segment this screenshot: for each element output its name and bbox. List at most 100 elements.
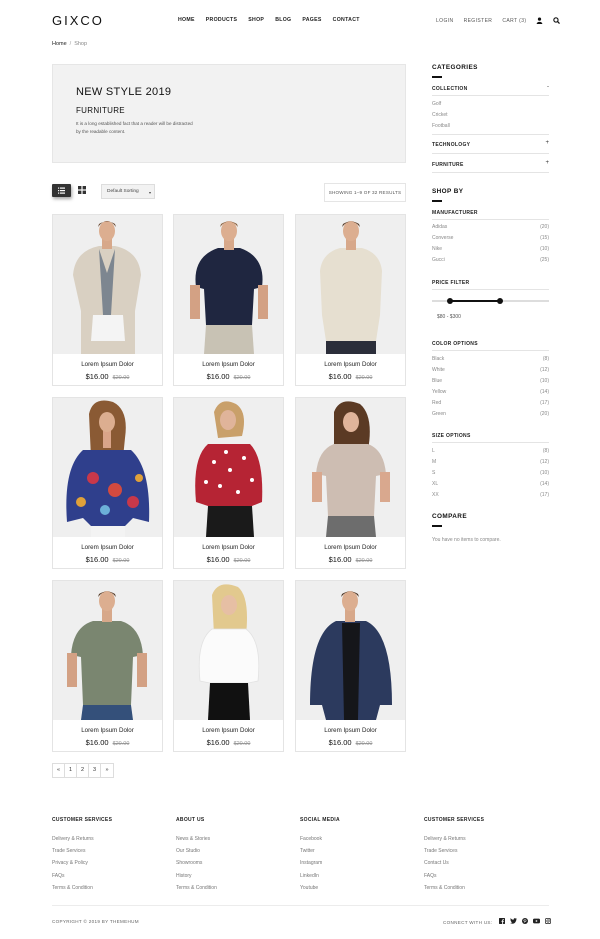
footer-link[interactable]: Terms & Condition bbox=[176, 885, 286, 897]
category-technology[interactable]: TECHNOLOGY bbox=[432, 142, 470, 148]
manufacturer-nike[interactable]: Nike bbox=[432, 246, 442, 252]
product-card[interactable]: Lorem Ipsum Dolor $16.00 $20.00 bbox=[173, 580, 284, 752]
product-name[interactable]: Lorem Ipsum Dolor bbox=[53, 361, 162, 368]
product-image[interactable] bbox=[174, 581, 283, 720]
footer-link[interactable]: Delivery & Returns bbox=[424, 836, 534, 848]
product-image[interactable] bbox=[174, 398, 283, 537]
size-l[interactable]: L bbox=[432, 448, 435, 454]
instagram-icon[interactable] bbox=[545, 918, 552, 926]
footer-link[interactable]: Terms & Condition bbox=[52, 885, 162, 897]
search-icon[interactable] bbox=[553, 17, 561, 24]
footer-link[interactable]: News & Stories bbox=[176, 836, 286, 848]
pagination-page-1[interactable]: 1 bbox=[65, 764, 77, 777]
footer-link[interactable]: Contact Us bbox=[424, 860, 534, 872]
product-name[interactable]: Lorem Ipsum Dolor bbox=[174, 727, 283, 734]
expand-toggle[interactable]: + bbox=[545, 160, 549, 166]
color-black[interactable]: Black bbox=[432, 356, 444, 362]
footer-link[interactable]: Twitter bbox=[300, 848, 410, 860]
footer-link[interactable]: Privacy & Policy bbox=[52, 860, 162, 872]
footer-link[interactable]: Showrooms bbox=[176, 860, 286, 872]
price-slider-min-handle[interactable] bbox=[446, 298, 453, 304]
manufacturer-converse[interactable]: Converse bbox=[432, 235, 453, 241]
category-item-football[interactable]: Football bbox=[432, 123, 450, 129]
color-red[interactable]: Red bbox=[432, 400, 441, 406]
manufacturer-adidas[interactable]: Adidas bbox=[432, 224, 447, 230]
product-name[interactable]: Lorem Ipsum Dolor bbox=[53, 544, 162, 551]
size-s[interactable]: S bbox=[432, 470, 435, 476]
product-card[interactable]: Lorem Ipsum Dolor $16.00 $20.00 bbox=[295, 214, 406, 386]
register-link[interactable]: REGISTER bbox=[464, 18, 493, 24]
product-name[interactable]: Lorem Ipsum Dolor bbox=[174, 361, 283, 368]
product-name[interactable]: Lorem Ipsum Dolor bbox=[174, 544, 283, 551]
footer-link[interactable]: Instagram bbox=[300, 860, 410, 872]
breadcrumb-home[interactable]: Home bbox=[52, 41, 67, 47]
twitter-icon[interactable] bbox=[510, 918, 518, 926]
nav-home[interactable]: HOME bbox=[178, 17, 195, 23]
footer-link[interactable]: Our Studio bbox=[176, 848, 286, 860]
product-image[interactable] bbox=[174, 215, 283, 354]
footer-link[interactable]: FAQs bbox=[424, 873, 534, 885]
grid-view-button[interactable] bbox=[78, 186, 86, 194]
category-collection[interactable]: COLLECTION bbox=[432, 86, 468, 92]
product-card[interactable]: Lorem Ipsum Dolor $16.00 $20.00 bbox=[173, 214, 284, 386]
facebook-icon[interactable] bbox=[499, 918, 506, 926]
pinterest-icon[interactable] bbox=[522, 918, 529, 926]
footer-link[interactable]: Trade Services bbox=[424, 848, 534, 860]
product-name[interactable]: Lorem Ipsum Dolor bbox=[296, 544, 405, 551]
size-xx[interactable]: XX bbox=[432, 492, 439, 498]
footer-link[interactable]: Delivery & Returns bbox=[52, 836, 162, 848]
product-image[interactable] bbox=[296, 398, 405, 537]
nav-products[interactable]: PRODUCTS bbox=[206, 17, 238, 23]
product-card[interactable]: Lorem Ipsum Dolor $16.00 $20.00 bbox=[52, 214, 163, 386]
category-item-golf[interactable]: Golf bbox=[432, 101, 441, 107]
footer-link[interactable]: Trade Services bbox=[52, 848, 162, 860]
product-card[interactable]: Lorem Ipsum Dolor $16.00 $20.00 bbox=[52, 397, 163, 569]
user-icon[interactable] bbox=[536, 17, 543, 24]
login-link[interactable]: LOGIN bbox=[436, 18, 454, 24]
product-name[interactable]: Lorem Ipsum Dolor bbox=[53, 727, 162, 734]
product-card[interactable]: Lorem Ipsum Dolor $16.00 $20.00 bbox=[295, 397, 406, 569]
pagination-next[interactable]: » bbox=[101, 764, 113, 777]
product-card[interactable]: Lorem Ipsum Dolor $16.00 $20.00 bbox=[295, 580, 406, 752]
product-card[interactable]: Lorem Ipsum Dolor $16.00 $20.00 bbox=[52, 580, 163, 752]
expand-toggle[interactable]: + bbox=[545, 140, 549, 146]
nav-pages[interactable]: PAGES bbox=[302, 17, 321, 23]
pagination-page-3[interactable]: 3 bbox=[89, 764, 101, 777]
youtube-icon[interactable] bbox=[533, 918, 541, 926]
product-card[interactable]: Lorem Ipsum Dolor $16.00 $20.00 bbox=[173, 397, 284, 569]
footer-link[interactable]: Facebook bbox=[300, 836, 410, 848]
nav-shop[interactable]: SHOP bbox=[248, 17, 264, 23]
footer-link[interactable]: History bbox=[176, 873, 286, 885]
cart-link[interactable]: CART (3) bbox=[502, 18, 526, 24]
color-white[interactable]: White bbox=[432, 367, 445, 373]
footer-link[interactable]: Terms & Condition bbox=[424, 885, 534, 897]
color-green[interactable]: Green bbox=[432, 411, 446, 417]
footer-link[interactable]: Youtube bbox=[300, 885, 410, 897]
divider bbox=[432, 219, 549, 220]
product-image[interactable] bbox=[296, 215, 405, 354]
product-image[interactable] bbox=[53, 581, 162, 720]
manufacturer-gucci[interactable]: Gucci bbox=[432, 257, 445, 263]
nav-contact[interactable]: CONTACT bbox=[333, 17, 360, 23]
pagination-prev[interactable]: « bbox=[53, 764, 65, 777]
price-slider-max-handle[interactable] bbox=[496, 298, 503, 304]
footer-link[interactable]: FAQs bbox=[52, 873, 162, 885]
sort-select[interactable]: Default Sorting ▾ bbox=[101, 184, 155, 199]
product-image[interactable] bbox=[53, 215, 162, 354]
product-name[interactable]: Lorem Ipsum Dolor bbox=[296, 361, 405, 368]
product-image[interactable] bbox=[53, 398, 162, 537]
product-name[interactable]: Lorem Ipsum Dolor bbox=[296, 727, 405, 734]
site-logo[interactable]: GIXCO bbox=[52, 13, 104, 28]
color-yellow[interactable]: Yellow bbox=[432, 389, 446, 395]
size-m[interactable]: M bbox=[432, 459, 436, 465]
category-item-cricket[interactable]: Cricket bbox=[432, 112, 448, 118]
category-furniture[interactable]: FURNITURE bbox=[432, 162, 464, 168]
pagination-page-2[interactable]: 2 bbox=[77, 764, 89, 777]
size-xl[interactable]: XL bbox=[432, 481, 438, 487]
nav-blog[interactable]: BLOG bbox=[275, 17, 291, 23]
collapse-toggle[interactable]: - bbox=[547, 84, 549, 90]
list-view-button[interactable] bbox=[52, 184, 71, 197]
color-blue[interactable]: Blue bbox=[432, 378, 442, 384]
footer-link[interactable]: LinkedIn bbox=[300, 873, 410, 885]
product-image[interactable] bbox=[296, 581, 405, 720]
